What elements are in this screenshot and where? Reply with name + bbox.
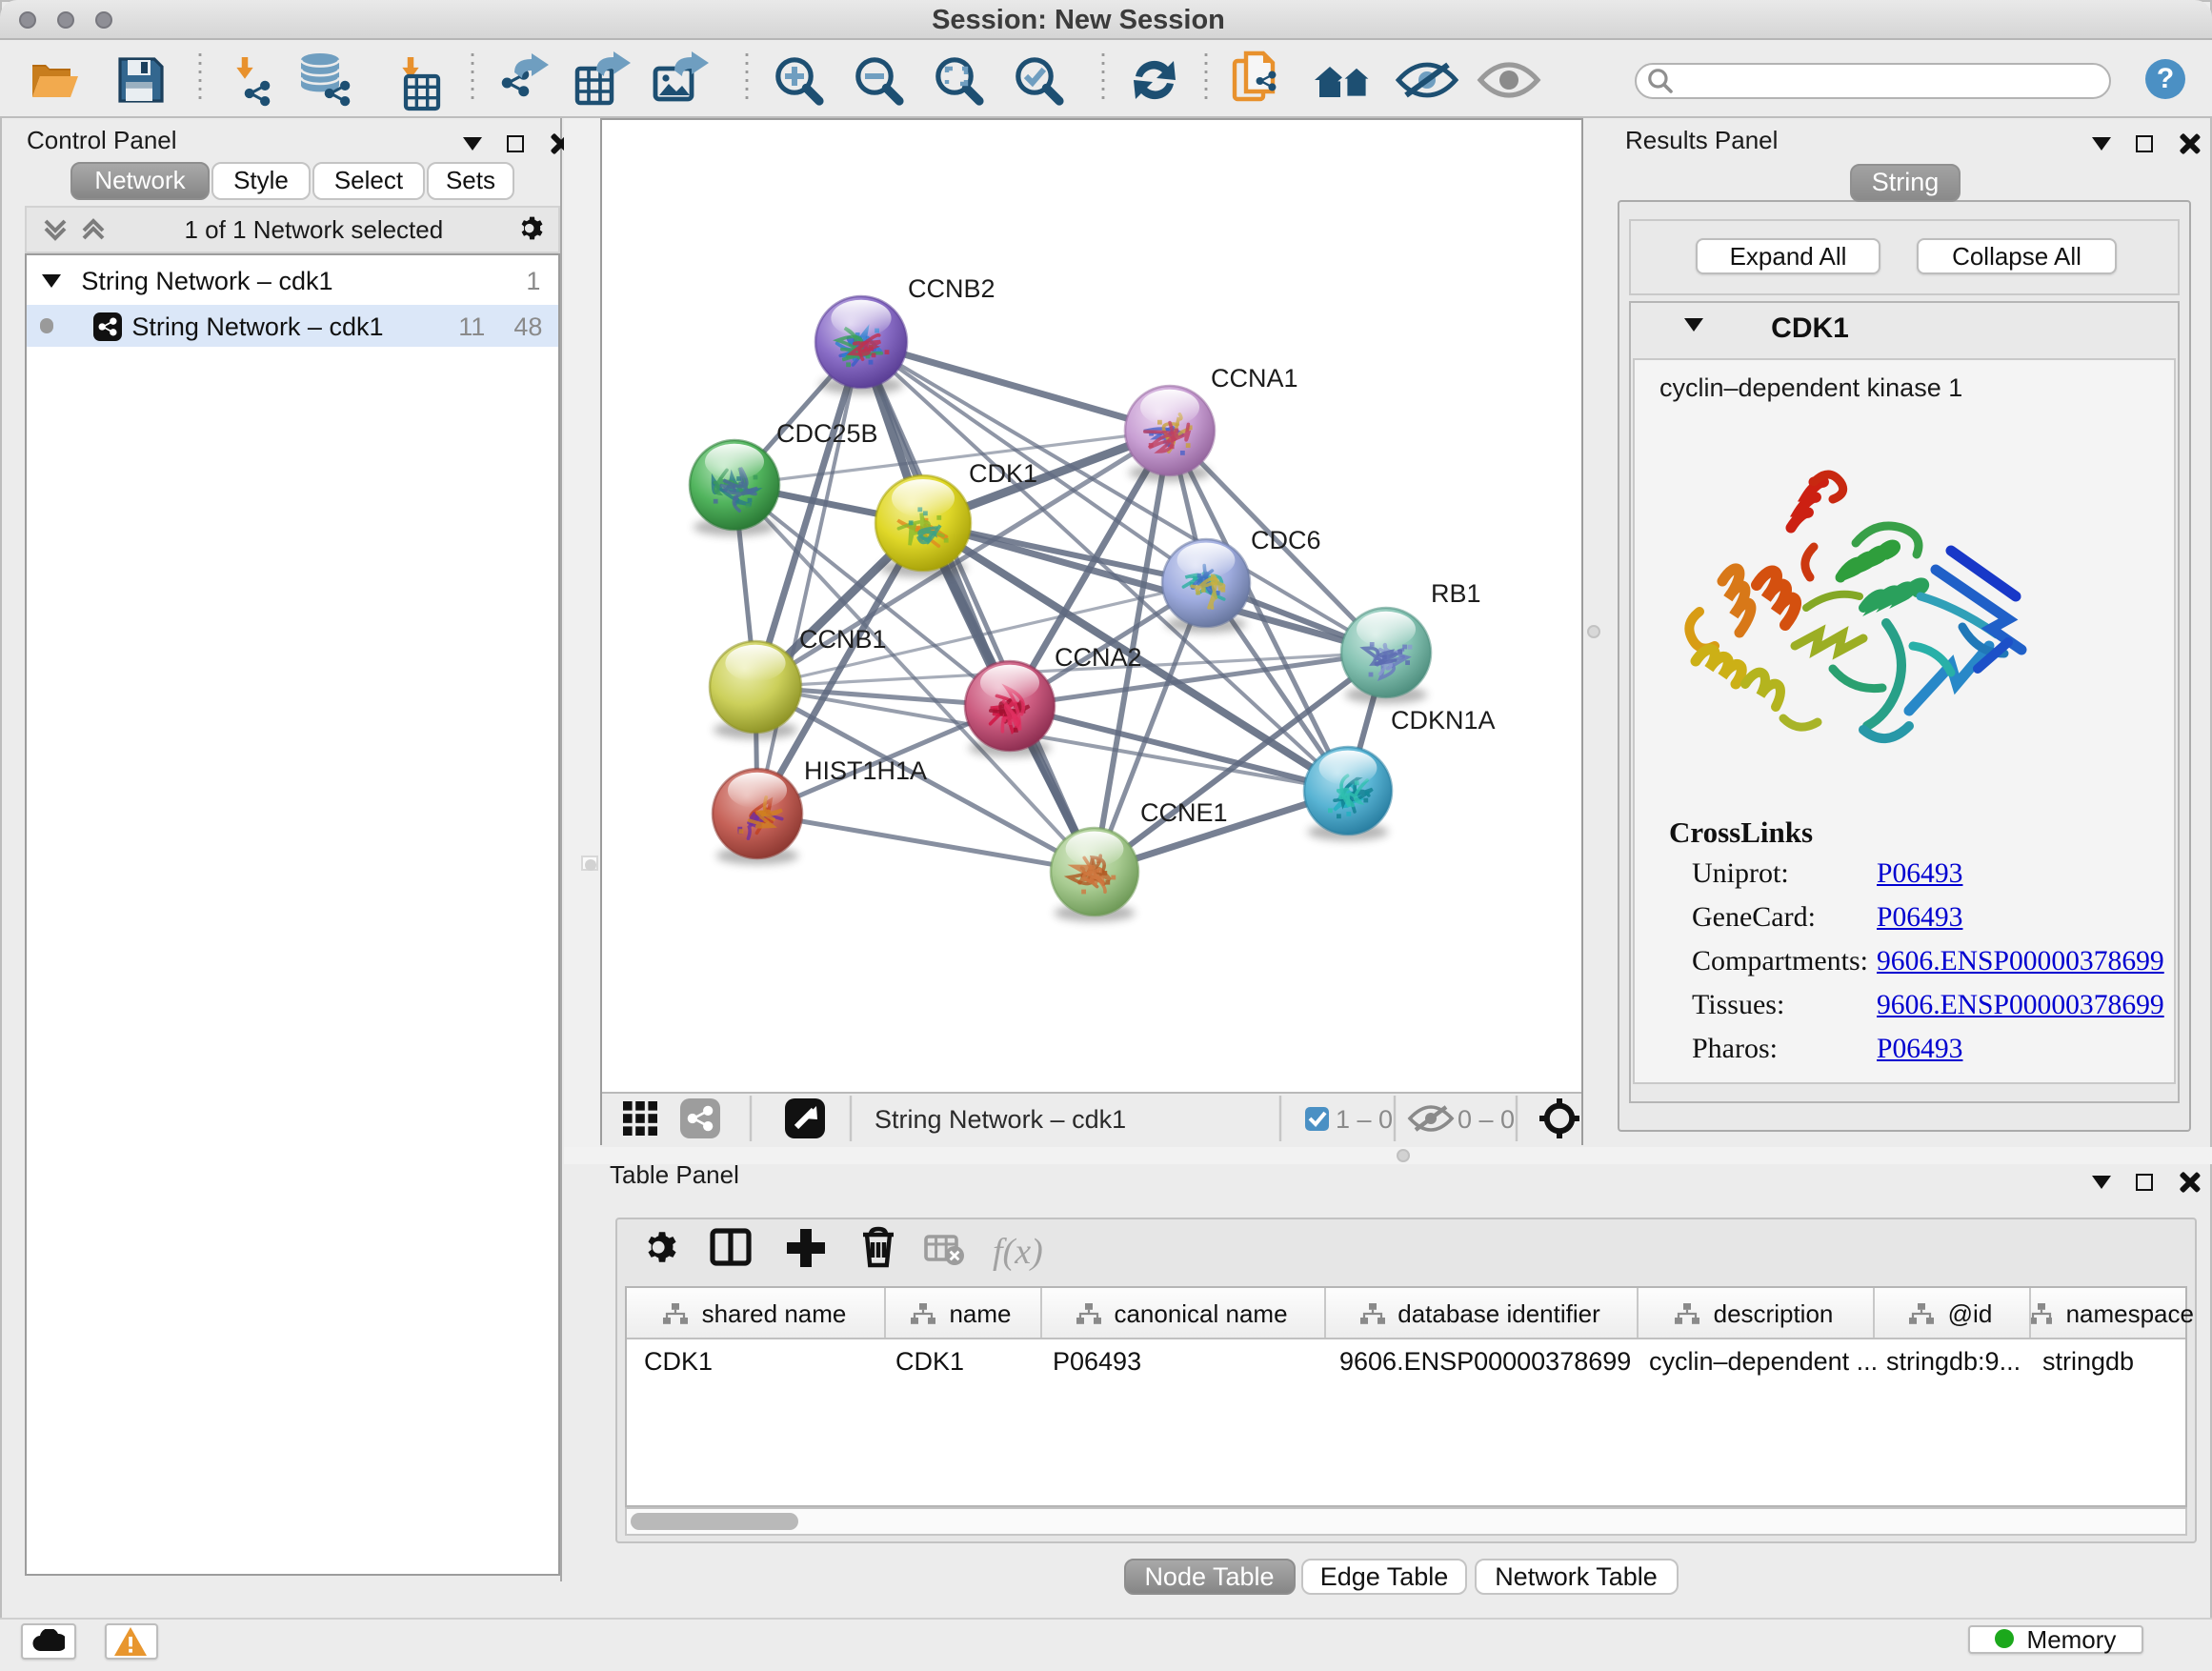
svg-text:CDK1: CDK1 — [968, 458, 1036, 487]
svg-text:CCNB2: CCNB2 — [907, 273, 995, 302]
svg-text:CCNB1: CCNB1 — [798, 624, 886, 653]
svg-text:CDC6: CDC6 — [1250, 525, 1320, 554]
svg-text:CDKN1A: CDKN1A — [1390, 705, 1495, 734]
svg-text:CCNA1: CCNA1 — [1210, 363, 1297, 392]
svg-text:HIST1H1A: HIST1H1A — [803, 755, 926, 784]
svg-text:1 – 0: 1 – 0 — [1335, 1105, 1392, 1134]
svg-text:0 – 0: 0 – 0 — [1457, 1105, 1514, 1134]
svg-text:CDC25B: CDC25B — [775, 418, 877, 447]
svg-text:CCNA2: CCNA2 — [1054, 642, 1141, 671]
svg-text:f(x): f(x) — [992, 1232, 1042, 1272]
svg-text:String Network – cdk1: String Network – cdk1 — [874, 1105, 1125, 1134]
svg-text:CCNE1: CCNE1 — [1139, 797, 1227, 826]
svg-text:RB1: RB1 — [1430, 578, 1480, 607]
